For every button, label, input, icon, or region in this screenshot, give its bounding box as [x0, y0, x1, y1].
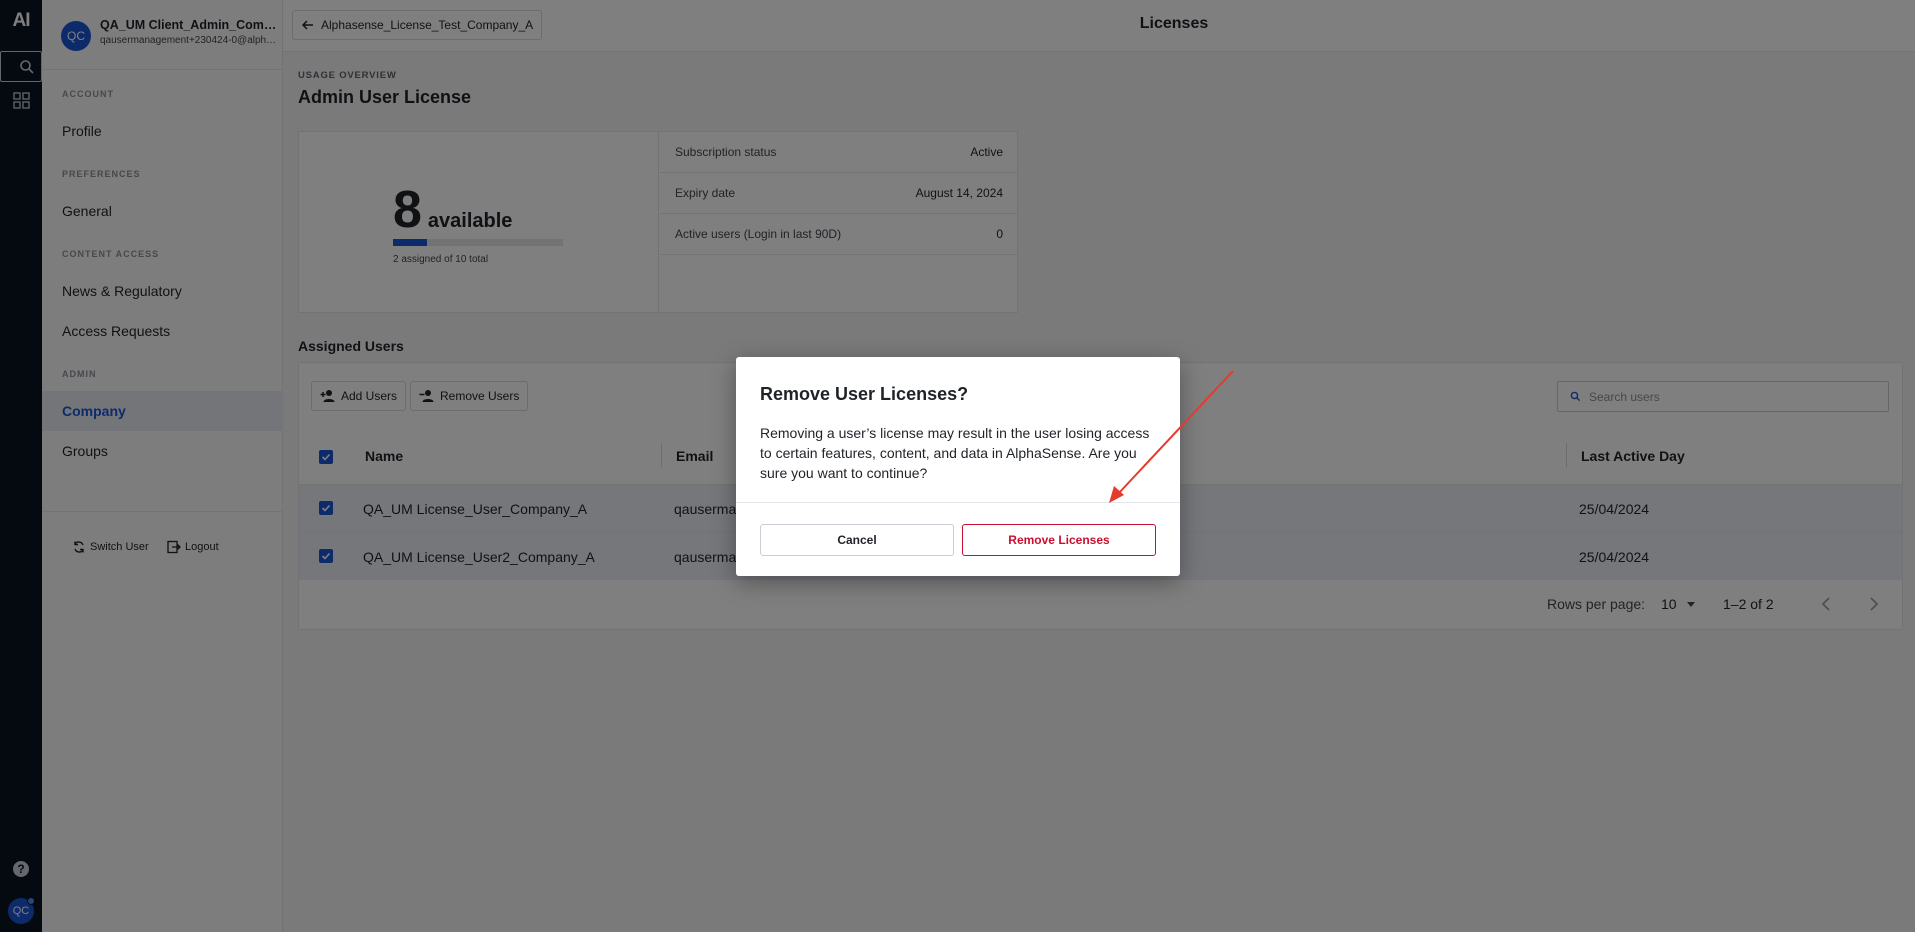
remove-licenses-dialog: Remove User Licenses? Removing a user’s …: [736, 357, 1180, 576]
remove-licenses-button[interactable]: Remove Licenses: [962, 524, 1156, 556]
cancel-button[interactable]: Cancel: [760, 524, 954, 556]
dialog-divider: [736, 502, 1180, 503]
dialog-title: Remove User Licenses?: [760, 384, 969, 404]
dialog-message: Removing a user’s license may result in …: [760, 425, 1150, 481]
